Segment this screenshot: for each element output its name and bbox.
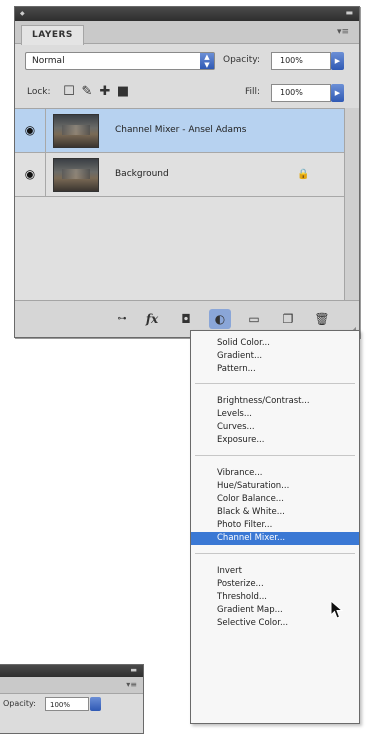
trash-icon[interactable]: 🗑 bbox=[311, 309, 333, 329]
panel2-opacity-label: Opacity: bbox=[3, 699, 36, 708]
menu-item-photo-filter[interactable]: Photo Filter... bbox=[191, 519, 359, 532]
panel-grip-icon[interactable]: ▬ bbox=[345, 9, 353, 17]
lock-row: Lock: ☐ ✎ ✚ ■ Fill: 100% ▶ bbox=[15, 78, 359, 108]
panel-titlebar[interactable]: ◆ ▬ bbox=[15, 7, 359, 21]
lock-icon: 🔒 bbox=[297, 169, 310, 180]
layer-thumbnail bbox=[53, 158, 99, 192]
panel2-opacity-dropdown-icon[interactable] bbox=[90, 697, 101, 711]
menu-item-brightness-contrast[interactable]: Brightness/Contrast... bbox=[191, 395, 359, 408]
lock-image-icon[interactable]: ✎ bbox=[79, 84, 95, 100]
menu-separator bbox=[195, 455, 355, 456]
blend-mode-value: Normal bbox=[32, 56, 65, 66]
new-layer-icon[interactable]: ❐ bbox=[277, 309, 299, 329]
menu-item-curves[interactable]: Curves... bbox=[191, 421, 359, 434]
adjustment-layer-menu: Solid Color... Gradient... Pattern... Br… bbox=[190, 330, 360, 724]
menu-item-levels[interactable]: Levels... bbox=[191, 408, 359, 421]
menu-item-color-balance[interactable]: Color Balance... bbox=[191, 493, 359, 506]
layer-row-background[interactable]: ◉ Background 🔒 bbox=[15, 153, 345, 197]
menu-separator bbox=[195, 553, 355, 554]
blend-arrows-icon[interactable]: ▲ ▼ bbox=[200, 53, 214, 69]
blend-row: Normal ▲ ▼ Opacity: 100% ▶ bbox=[15, 44, 359, 78]
lock-position-icon[interactable]: ✚ bbox=[97, 84, 113, 100]
layer-row-channel-mixer[interactable]: ◉ Channel Mixer - Ansel Adams bbox=[15, 109, 345, 153]
opacity-label: Opacity: bbox=[223, 55, 260, 65]
menu-item-hue-saturation[interactable]: Hue/Saturation... bbox=[191, 480, 359, 493]
panel2-opacity-field[interactable]: 100% bbox=[45, 697, 101, 711]
mask-icon[interactable]: ◘ bbox=[175, 309, 197, 329]
fill-label: Fill: bbox=[245, 87, 261, 97]
opacity-value: 100% bbox=[280, 56, 303, 65]
fill-field[interactable]: 100% ▶ bbox=[271, 84, 344, 102]
panel2-titlebar[interactable]: ▬ bbox=[0, 665, 143, 677]
layer-thumbnail bbox=[53, 114, 99, 148]
visibility-eye-icon[interactable]: ◉ bbox=[15, 153, 46, 196]
menu-item-gradient[interactable]: Gradient... bbox=[191, 350, 359, 363]
mouse-cursor-icon bbox=[330, 600, 344, 619]
panel-menu-icon[interactable]: ▾≡ bbox=[337, 27, 349, 37]
menu-item-black-white[interactable]: Black & White... bbox=[191, 506, 359, 519]
lock-label: Lock: bbox=[27, 87, 51, 97]
menu-separator bbox=[195, 383, 355, 384]
layers-panel: ◆ ▬ LAYERS ▾≡ Normal ▲ ▼ Opacity: 100% ▶ … bbox=[14, 6, 360, 338]
panel2-grip-icon[interactable]: ▬ bbox=[130, 666, 137, 674]
menu-item-pattern[interactable]: Pattern... bbox=[191, 363, 359, 376]
panel2-opacity-value: 100% bbox=[50, 701, 71, 709]
link-icon[interactable]: ⊶ bbox=[111, 309, 133, 329]
group-icon[interactable]: ▭ bbox=[243, 309, 265, 329]
menu-item-invert[interactable]: Invert bbox=[191, 565, 359, 578]
opacity-dropdown-icon[interactable]: ▶ bbox=[331, 52, 344, 70]
collapse-icon[interactable]: ◆ bbox=[20, 11, 26, 17]
layers-list: ◉ Channel Mixer - Ansel Adams ◉ Backgrou… bbox=[15, 108, 359, 301]
opacity-field[interactable]: 100% ▶ bbox=[271, 52, 344, 70]
fx-icon[interactable]: fx bbox=[141, 309, 163, 329]
blend-mode-select[interactable]: Normal ▲ ▼ bbox=[25, 52, 215, 70]
fill-value: 100% bbox=[280, 88, 303, 97]
lock-all-icon[interactable]: ■ bbox=[115, 84, 131, 100]
lock-transparent-icon[interactable]: ☐ bbox=[61, 84, 77, 100]
tab-layers[interactable]: LAYERS bbox=[21, 25, 84, 45]
layer-name: Background bbox=[115, 169, 169, 179]
layers-scrollbar[interactable] bbox=[344, 108, 359, 300]
menu-item-solid-color[interactable]: Solid Color... bbox=[191, 337, 359, 350]
panel2-menu-icon[interactable]: ▾≡ bbox=[126, 680, 137, 689]
menu-item-channel-mixer[interactable]: Channel Mixer... bbox=[191, 532, 359, 545]
menu-item-posterize[interactable]: Posterize... bbox=[191, 578, 359, 591]
visibility-eye-icon[interactable]: ◉ bbox=[15, 109, 46, 152]
adjustment-icon[interactable]: ◐ bbox=[209, 309, 231, 329]
menu-item-vibrance[interactable]: Vibrance... bbox=[191, 467, 359, 480]
fill-dropdown-icon[interactable]: ▶ bbox=[331, 84, 344, 102]
layers-panel-partial: ▬ ▾≡ Opacity: 100% bbox=[0, 664, 144, 734]
layer-name: Channel Mixer - Ansel Adams bbox=[115, 125, 247, 135]
panel2-tab-row: ▾≡ bbox=[0, 677, 143, 694]
panel-tab-row: LAYERS ▾≡ bbox=[15, 21, 359, 45]
menu-item-exposure[interactable]: Exposure... bbox=[191, 434, 359, 447]
